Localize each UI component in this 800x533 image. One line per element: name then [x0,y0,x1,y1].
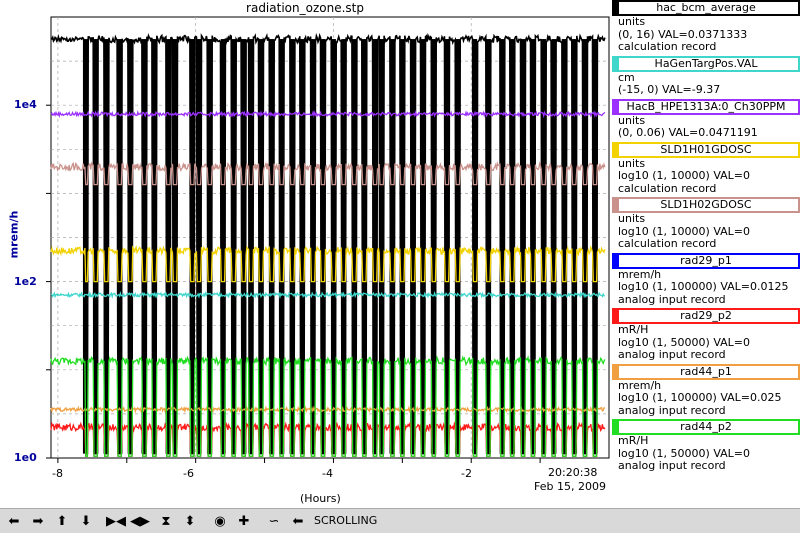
legend-detail: log10 (1, 10000) VAL=0 [618,224,751,238]
legend-detail: units [618,212,646,225]
legend-detail: units [618,15,646,28]
legend-detail: mrem/h [618,378,662,392]
legend-entry-sld1h01gdosc[interactable]: SLD1H01GDOSC [612,141,800,158]
autoscale-icon[interactable]: ∽ [264,512,284,530]
y-tick-label: 1e2 [14,275,37,288]
legend-swatch [614,57,619,70]
y-axis-label: mrem/h [7,210,21,259]
legend-entry-rad29-p2[interactable]: rad29_p2 [612,308,800,324]
legend-entry-hac-bcm-average[interactable]: hac_bcm_average [612,0,800,16]
legend-detail: log10 (1, 100000) VAL=0.025 [618,391,782,404]
legend-panel: hac_bcm_average units (0, 16) VAL=0.037133… [612,0,800,478]
legend-swatch [614,199,619,211]
current-date: Feb 15, 2009 [534,480,606,493]
legend-swatch [614,310,619,322]
legend-detail: log10 (1, 10000) VAL=0 [618,169,751,182]
legend-entry-rad29-p1[interactable]: rad29_p1 [612,252,800,269]
legend-detail: (0, 0.06) VAL=0.0471191 [618,126,758,139]
legend-entry-sld1h02gdosc[interactable]: SLD1H02GDOSC [612,197,800,213]
legend-entry-hacb-hpe1313a-0-ch30ppm[interactable]: HacB_HPE1313A:0_Ch30PPM [612,98,800,115]
arrow-down-icon[interactable]: ⬇ [76,512,96,530]
arrow-left-icon[interactable]: ⬅ [4,512,24,530]
legend-detail: analog input record [618,348,726,361]
legend-swatch [614,421,619,433]
legend-swatch [614,2,619,14]
legend-swatch [614,365,619,378]
legend-detail: cm [618,70,635,84]
y-tick-label: 1e4 [14,98,37,111]
legend-entry-hagentargpos-val[interactable]: HaGenTargPos.VAL [612,55,800,72]
legend-detail: log10 (1, 50000) VAL=0 [618,335,751,349]
current-time: 20:20:38 [548,466,598,479]
arrow-right-icon[interactable]: ➡ [28,512,48,530]
legend-entry-rad44-p2[interactable]: rad44_p2 [612,419,800,435]
zoom-in-horizontal-icon[interactable]: ▶◀ [106,512,126,530]
legend-detail: mR/H [618,323,649,336]
legend-detail: calculation record [618,40,717,53]
legend-detail: analog input record [618,403,726,417]
y-tick-label: 1e0 [14,451,37,464]
scrolling-mode-label: SCROLLING [314,514,378,527]
legend-detail: units [618,156,646,170]
legend-detail: units [618,113,646,127]
record-icon[interactable]: ◉ [210,512,230,530]
zoom-out-vertical-icon[interactable]: ⬍ [180,512,200,530]
legend-detail: log10 (1, 50000) VAL=0 [618,446,751,460]
x-tick-label: -6 [183,467,194,480]
legend-entry-rad44-p1[interactable]: rad44_p1 [612,363,800,380]
legend-detail: analog input record [618,459,726,472]
legend-detail: (0, 16) VAL=0.0371333 [618,27,748,41]
zoom-out-horizontal-icon[interactable]: ◀▶ [130,512,150,530]
x-tick-label: -8 [52,467,63,480]
x-axis-label: (Hours) [300,492,341,505]
pin-icon[interactable]: ⬅ [288,512,308,530]
legend-swatch [614,143,619,156]
legend-detail: mrem/h [618,267,662,281]
plot-area[interactable] [0,0,612,508]
legend-detail: (-15, 0) VAL=-9.37 [618,83,721,96]
legend-detail: log10 (1, 100000) VAL=0.0125 [618,280,789,293]
strip-tool-window: radiation_ozone.stp mrem/h 1e4 1e2 1e0 -… [0,0,800,533]
legend-swatch [614,100,619,113]
legend-detail: calculation record [618,237,717,250]
legend-detail: mR/H [618,434,649,447]
zoom-in-vertical-icon[interactable]: ⧗ [156,512,176,530]
legend-swatch [614,254,619,267]
x-tick-label: -2 [461,467,472,480]
arrow-up-icon[interactable]: ⬆ [52,512,72,530]
legend-detail: analog input record [618,292,726,306]
legend-detail: calculation record [618,181,717,195]
toolbar: ⬅ ➡ ⬆ ⬇ ▶◀ ◀▶ ⧗ ⬍ ◉ ✚ ∽ ⬅ SCROLLING [0,508,800,533]
add-icon[interactable]: ✚ [234,512,254,530]
x-tick-label: -4 [322,467,333,480]
